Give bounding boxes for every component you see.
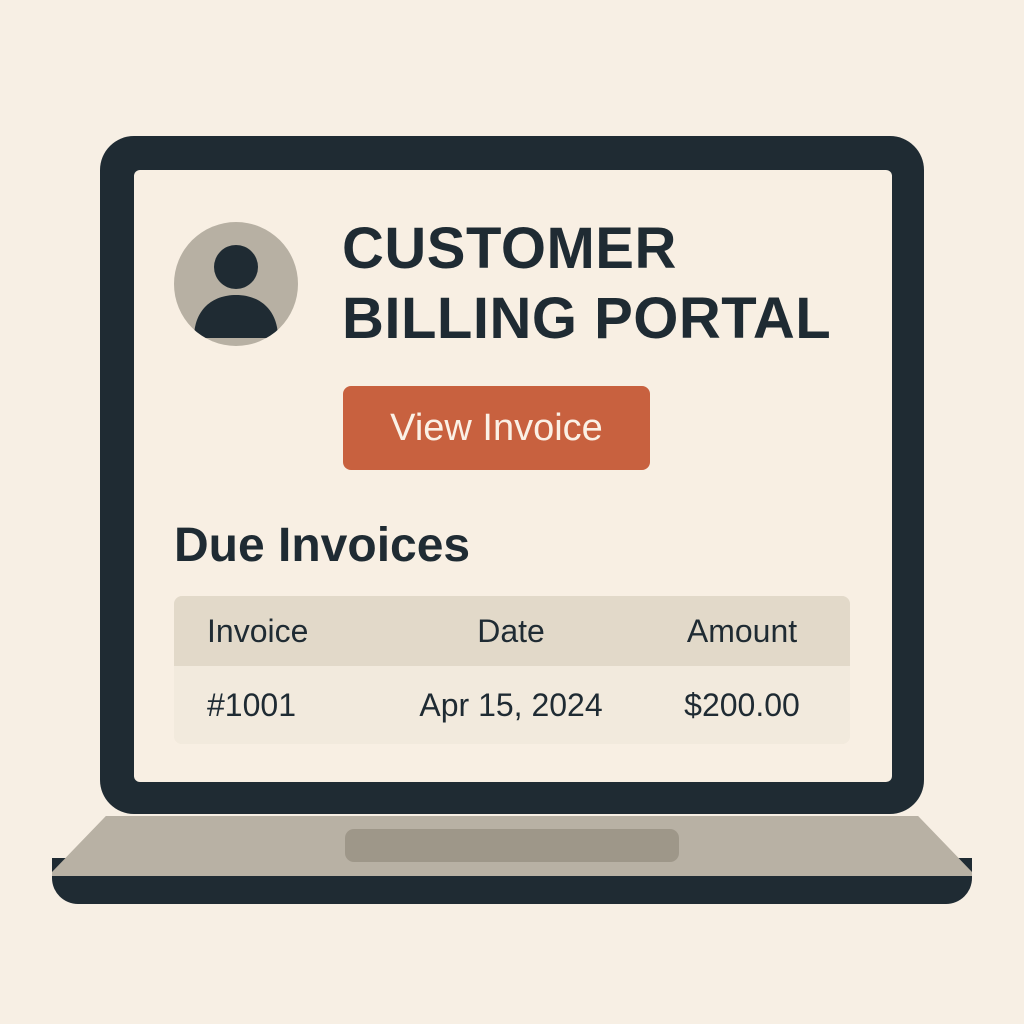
- invoices-table: Invoice Date Amount #1001 Apr 15, 2024 $…: [174, 596, 850, 744]
- column-header-date: Date: [477, 612, 545, 649]
- page-title-line-1: CUSTOMER: [342, 216, 677, 281]
- table-row[interactable]: #1001 Apr 15, 2024 $200.00: [174, 666, 850, 744]
- column-header-invoice: Invoice: [207, 612, 309, 649]
- invoice-amount-cell: $200.00: [684, 686, 800, 723]
- view-invoice-button[interactable]: View Invoice: [343, 386, 650, 470]
- table-header-row: Invoice Date Amount: [174, 596, 850, 666]
- invoice-date-cell: Apr 15, 2024: [419, 686, 603, 723]
- person-silhouette-icon: [194, 245, 278, 338]
- invoice-number-cell: #1001: [207, 686, 296, 723]
- column-header-amount: Amount: [686, 612, 798, 649]
- trackpad: [345, 829, 679, 862]
- page-title: CUSTOMER BILLING PORTAL: [342, 214, 882, 354]
- page-title-line-2: BILLING PORTAL: [342, 286, 832, 351]
- illustration-stage: CUSTOMER BILLING PORTAL View Invoice Due…: [0, 0, 1024, 1024]
- due-invoices-heading: Due Invoices: [174, 519, 471, 572]
- user-avatar-icon: [174, 222, 298, 346]
